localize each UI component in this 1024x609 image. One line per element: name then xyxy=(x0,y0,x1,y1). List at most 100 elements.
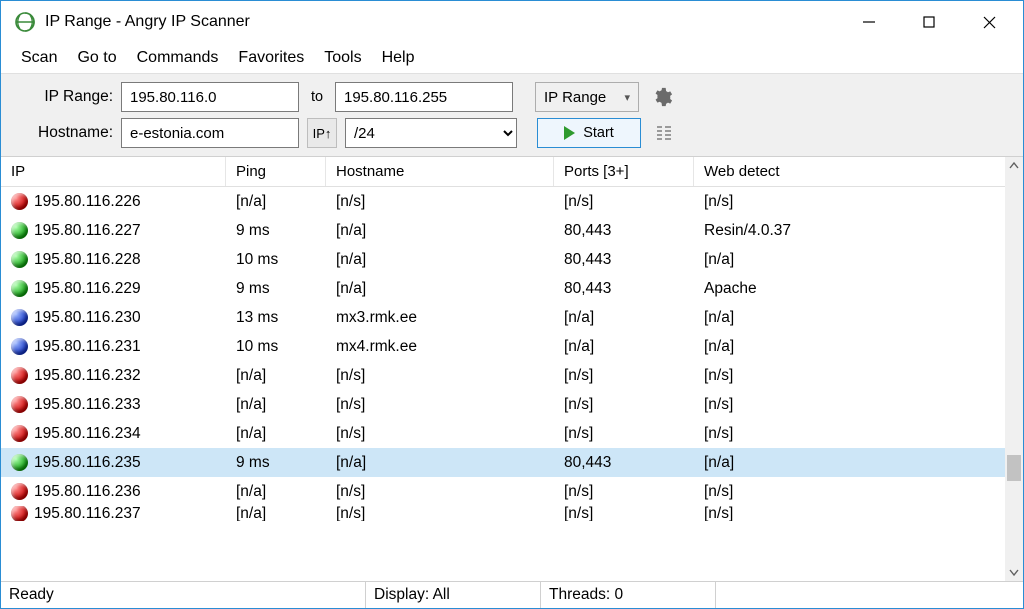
cell-ip-text: 195.80.116.236 xyxy=(34,483,141,501)
status-dot-icon xyxy=(11,506,28,521)
status-threads: Threads: 0 xyxy=(541,582,716,608)
menu-commands[interactable]: Commands xyxy=(127,45,229,71)
cell-ping: [n/a] xyxy=(226,193,326,211)
column-ping[interactable]: Ping xyxy=(226,157,326,186)
fetchers-button[interactable] xyxy=(649,118,679,148)
table-row[interactable]: 195.80.116.226[n/a][n/s][n/s][n/s] xyxy=(1,187,1005,216)
cell-web: [n/a] xyxy=(694,338,1005,356)
hostname-input[interactable] xyxy=(121,118,299,148)
table-row[interactable]: 195.80.116.2299 ms[n/a]80,443Apache xyxy=(1,274,1005,303)
to-label: to xyxy=(307,89,327,105)
status-empty xyxy=(716,582,1023,608)
netmask-select[interactable]: /24 xyxy=(345,118,517,148)
maximize-button[interactable] xyxy=(899,1,959,43)
window-title: IP Range - Angry IP Scanner xyxy=(45,13,839,31)
column-web[interactable]: Web detect xyxy=(694,157,1023,186)
cell-ping: 9 ms xyxy=(226,280,326,298)
status-dot-icon xyxy=(11,396,28,413)
column-ip[interactable]: IP xyxy=(1,157,226,186)
table-row[interactable]: 195.80.116.2359 ms[n/a]80,443[n/a] xyxy=(1,448,1005,477)
column-hostname[interactable]: Hostname xyxy=(326,157,554,186)
cell-host: mx4.rmk.ee xyxy=(326,338,554,356)
cell-ip: 195.80.116.226 xyxy=(1,193,226,211)
ip-up-button[interactable]: IP↑ xyxy=(307,118,337,148)
cell-ping: [n/a] xyxy=(226,396,326,414)
status-dot-icon xyxy=(11,425,28,442)
scroll-down-icon[interactable] xyxy=(1005,563,1023,581)
ip-start-input[interactable] xyxy=(121,82,299,112)
cell-ip-text: 195.80.116.235 xyxy=(34,454,141,472)
cell-ip-text: 195.80.116.237 xyxy=(34,506,141,521)
cell-ping: 10 ms xyxy=(226,338,326,356)
minimize-button[interactable] xyxy=(839,1,899,43)
table-row[interactable]: 195.80.116.232[n/a][n/s][n/s][n/s] xyxy=(1,361,1005,390)
cell-ip: 195.80.116.228 xyxy=(1,251,226,269)
table-row[interactable]: 195.80.116.237[n/a][n/s][n/s][n/s] xyxy=(1,506,1005,521)
cell-host: [n/s] xyxy=(326,396,554,414)
table-row[interactable]: 195.80.116.234[n/a][n/s][n/s][n/s] xyxy=(1,419,1005,448)
cell-ip-text: 195.80.116.226 xyxy=(34,193,141,211)
start-button[interactable]: Start xyxy=(537,118,641,148)
cell-web: [n/s] xyxy=(694,396,1005,414)
table-row[interactable]: 195.80.116.233[n/a][n/s][n/s][n/s] xyxy=(1,390,1005,419)
column-ports[interactable]: Ports [3+] xyxy=(554,157,694,186)
cell-ports: 80,443 xyxy=(554,222,694,240)
table-row[interactable]: 195.80.116.22810 ms[n/a]80,443[n/a] xyxy=(1,245,1005,274)
cell-host: [n/s] xyxy=(326,506,554,521)
status-dot-icon xyxy=(11,338,28,355)
table-row[interactable]: 195.80.116.236[n/a][n/s][n/s][n/s] xyxy=(1,477,1005,506)
menu-bar: Scan Go to Commands Favorites Tools Help xyxy=(1,43,1023,73)
chevron-down-icon: ▾ xyxy=(624,91,630,104)
feeder-combo[interactable]: IP Range ▾ xyxy=(535,82,639,112)
cell-ip-text: 195.80.116.229 xyxy=(34,280,141,298)
menu-favorites[interactable]: Favorites xyxy=(228,45,314,71)
title-bar: IP Range - Angry IP Scanner xyxy=(1,1,1023,43)
menu-tools[interactable]: Tools xyxy=(314,45,371,71)
preferences-button[interactable] xyxy=(647,82,677,112)
menu-scan[interactable]: Scan xyxy=(11,45,67,71)
cell-ports: 80,443 xyxy=(554,280,694,298)
cell-ping: [n/a] xyxy=(226,483,326,501)
hostname-label: Hostname: xyxy=(11,124,113,142)
cell-ping: [n/a] xyxy=(226,367,326,385)
cell-web: [n/s] xyxy=(694,506,1005,521)
status-dot-icon xyxy=(11,280,28,297)
cell-web: Resin/4.0.37 xyxy=(694,222,1005,240)
close-button[interactable] xyxy=(959,1,1019,43)
table-row[interactable]: 195.80.116.23110 msmx4.rmk.ee[n/a][n/a] xyxy=(1,332,1005,361)
scrollbar[interactable] xyxy=(1005,157,1023,581)
feeder-combo-label: IP Range xyxy=(544,89,606,106)
toolbar: IP Range: to IP Range ▾ Hostname: IP↑ /2… xyxy=(1,73,1023,157)
cell-ip: 195.80.116.230 xyxy=(1,309,226,327)
cell-ports: [n/s] xyxy=(554,367,694,385)
ip-end-input[interactable] xyxy=(335,82,513,112)
scroll-thumb[interactable] xyxy=(1007,455,1021,481)
ip-range-label: IP Range: xyxy=(11,88,113,106)
cell-ip: 195.80.116.232 xyxy=(1,367,226,385)
cell-ports: [n/s] xyxy=(554,425,694,443)
cell-ip-text: 195.80.116.231 xyxy=(34,338,141,356)
gear-icon xyxy=(651,86,673,108)
status-dot-icon xyxy=(11,193,28,210)
cell-ip-text: 195.80.116.228 xyxy=(34,251,141,269)
cell-ip: 195.80.116.227 xyxy=(1,222,226,240)
cell-host: [n/s] xyxy=(326,483,554,501)
cell-ports: [n/a] xyxy=(554,309,694,327)
table-row[interactable]: 195.80.116.2279 ms[n/a]80,443Resin/4.0.3… xyxy=(1,216,1005,245)
cell-ip-text: 195.80.116.227 xyxy=(34,222,141,240)
cell-ip: 195.80.116.236 xyxy=(1,483,226,501)
cell-web: Apache xyxy=(694,280,1005,298)
scroll-up-icon[interactable] xyxy=(1005,157,1023,175)
cell-ports: [n/s] xyxy=(554,506,694,521)
cell-ping: 9 ms xyxy=(226,454,326,472)
menu-help[interactable]: Help xyxy=(372,45,425,71)
cell-host: [n/a] xyxy=(326,222,554,240)
cell-web: [n/s] xyxy=(694,425,1005,443)
cell-ping: [n/a] xyxy=(226,425,326,443)
table-body: 195.80.116.226[n/a][n/s][n/s][n/s]195.80… xyxy=(1,187,1005,581)
cell-ports: 80,443 xyxy=(554,251,694,269)
table-row[interactable]: 195.80.116.23013 msmx3.rmk.ee[n/a][n/a] xyxy=(1,303,1005,332)
menu-goto[interactable]: Go to xyxy=(67,45,126,71)
cell-web: [n/a] xyxy=(694,251,1005,269)
cell-host: [n/a] xyxy=(326,454,554,472)
